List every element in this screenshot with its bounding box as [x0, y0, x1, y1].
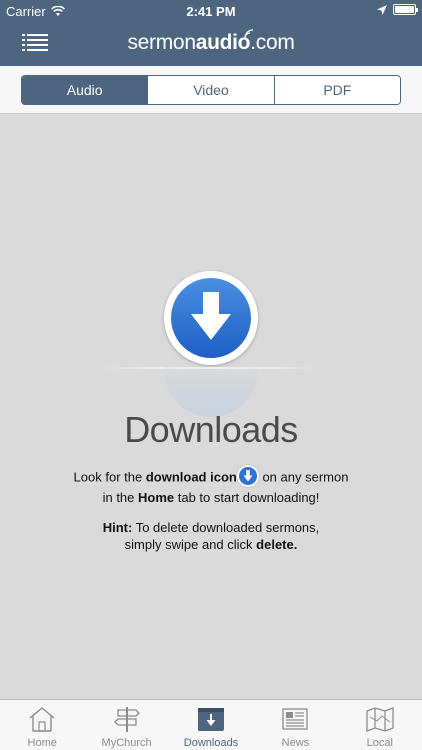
- instruction-text-2c: tab to start downloading!: [174, 490, 320, 505]
- segment-video[interactable]: Video: [148, 76, 275, 104]
- tab-local[interactable]: Local: [338, 700, 422, 750]
- tab-local-label: Local: [366, 737, 393, 749]
- hint-text-b: simply swipe and click: [124, 537, 257, 552]
- hint-text-c: delete.: [256, 537, 298, 552]
- segment-pdf[interactable]: PDF: [274, 76, 400, 104]
- instruction-text-2b: Home: [138, 490, 175, 505]
- battery-icon: [393, 4, 418, 15]
- instruction-text: Look for the download icon on any sermon…: [0, 465, 422, 506]
- tab-news[interactable]: News: [253, 700, 337, 750]
- download-circle-icon: [236, 465, 259, 487]
- status-bar: Carrier 2:41 PM: [0, 0, 422, 22]
- location-arrow-icon: [377, 4, 387, 15]
- empty-state-title: Downloads: [124, 409, 298, 450]
- tab-home-label: Home: [27, 737, 57, 749]
- bottom-tab-bar: Home MyChurch Downloads News Local: [0, 699, 422, 750]
- tab-mychurch-label: MyChurch: [101, 737, 152, 749]
- segment-audio[interactable]: Audio: [22, 76, 149, 104]
- media-type-segmented-control: Audio Video PDF: [21, 75, 401, 105]
- tab-news-label: News: [281, 737, 310, 749]
- tab-downloads-label: Downloads: [183, 737, 239, 749]
- instruction-text-1b: download icon: [145, 469, 237, 485]
- broadcast-waves-icon: [244, 29, 254, 39]
- instruction-text-2a: in the: [102, 490, 139, 505]
- logo-text-com: .com: [250, 31, 295, 54]
- instruction-text-1a: Look for the: [73, 469, 146, 485]
- download-tray-icon: [198, 708, 225, 731]
- logo-text-audio: audio: [195, 31, 251, 54]
- top-navigation-bar: Carrier 2:41 PM sermonaudio.com: [0, 0, 422, 66]
- tab-downloads[interactable]: Downloads: [169, 700, 253, 750]
- status-time: 2:41 PM: [186, 4, 236, 19]
- hint-label: Hint:: [102, 520, 133, 535]
- logo-text-sermon: sermon: [127, 31, 196, 54]
- downloads-empty-state: Downloads Look for the download icon on …: [0, 115, 422, 699]
- media-type-bar: Audio Video PDF: [0, 66, 422, 114]
- sermonaudio-logo: sermonaudio.com: [0, 29, 422, 55]
- home-icon: [29, 707, 55, 732]
- map-icon: [366, 707, 394, 732]
- hint-text-a: To delete downloaded sermons,: [132, 520, 320, 535]
- instruction-text-1c: on any sermon: [258, 469, 349, 485]
- tab-home[interactable]: Home: [0, 700, 84, 750]
- signpost-icon: [113, 707, 140, 732]
- large-download-icon: [164, 271, 258, 365]
- hint-text: Hint: To delete downloaded sermons, simp…: [0, 519, 422, 553]
- newspaper-icon: [282, 708, 309, 730]
- tab-mychurch[interactable]: MyChurch: [84, 700, 168, 750]
